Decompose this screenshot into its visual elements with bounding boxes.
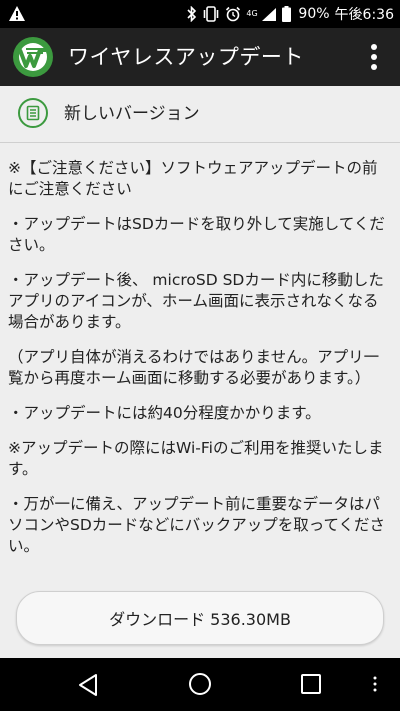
section-title: 新しいバージョン [64, 104, 200, 124]
note-text: ・アップデート後、 microSD SDカード内に移動したアプリのアイコンが、ホ… [8, 271, 384, 331]
note-text: ・万が一に備え、アップデート前に重要なデータはパソコンやSDカードなどにバックア… [8, 495, 386, 555]
recent-apps-icon[interactable] [300, 673, 322, 695]
overflow-dot [371, 64, 377, 70]
status-bar: 4G 90% 午後6:36 [0, 0, 400, 28]
signal-icon [262, 7, 277, 21]
status-icons: 4G 90% 午後6:36 [187, 0, 394, 28]
note-text: ・アップデートはSDカードを取り外して実施してください。 [8, 215, 385, 254]
app-title: ワイヤレスアップデート [68, 45, 304, 69]
clock: 午後6:36 [334, 7, 394, 23]
divider [0, 142, 400, 143]
bluetooth-icon [187, 6, 197, 22]
navigation-bar [0, 658, 400, 711]
wireless-update-logo [13, 37, 53, 77]
note-text: ※アップデートの際にはWi-Fiのご利用を推奨いたします。 [8, 439, 384, 478]
home-icon[interactable] [187, 671, 213, 697]
menu-icon[interactable] [372, 676, 378, 692]
note-text: （アプリ自体が消えるわけではありません。アプリ一覧から再度ホーム画面に移動する必… [8, 348, 380, 387]
app-bar: ワイヤレスアップデート [0, 28, 400, 86]
alarm-icon [226, 6, 241, 22]
download-button[interactable]: ダウンロード 536.30MB [16, 591, 384, 645]
main-content[interactable]: 新しいバージョン ※【ご注意ください】ソフトウェアアップデートの前にご注意くださ… [0, 86, 400, 658]
overflow-menu-button[interactable] [362, 40, 386, 74]
back-icon[interactable] [76, 672, 102, 698]
vibrate-icon [204, 6, 219, 22]
section-header: 新しいバージョン [0, 86, 400, 142]
warning-icon [9, 6, 25, 21]
note-text: ・アップデートには約40分程度かかります。 [8, 404, 321, 422]
overflow-dot [371, 54, 377, 60]
document-icon [18, 98, 48, 128]
release-notes: ※【ご注意ください】ソフトウェアアップデートの前にご注意ください ・アップデート… [8, 158, 390, 571]
note-text: ※【ご注意ください】ソフトウェアアップデートの前にご注意ください [8, 159, 378, 198]
network-type-label: 4G [246, 9, 258, 18]
battery-percent: 90% [298, 6, 330, 22]
overflow-dot [371, 44, 377, 50]
battery-icon [282, 6, 292, 22]
